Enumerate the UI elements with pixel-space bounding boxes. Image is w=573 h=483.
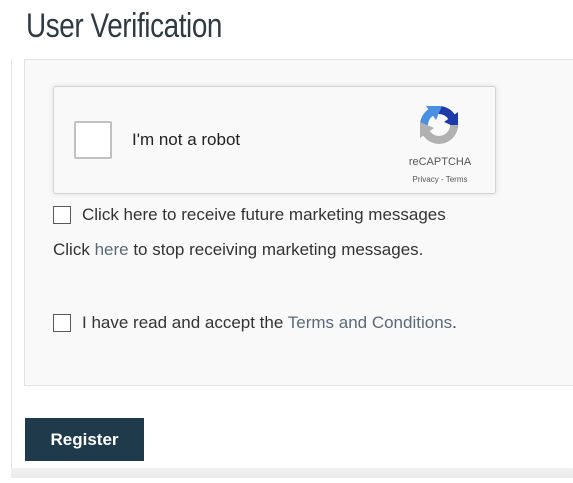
terms-suffix: .	[452, 313, 457, 332]
marketing-optout-suffix: to stop receiving marketing messages.	[128, 240, 424, 259]
marketing-optin-checkbox[interactable]	[53, 206, 71, 224]
frame-bottom-border	[11, 468, 573, 478]
recaptcha-label: I'm not a robot	[132, 130, 241, 149]
marketing-optin-label[interactable]: Click here to receive future marketing m…	[82, 205, 446, 225]
terms-prefix: I have read and accept the	[82, 313, 288, 332]
terms-row: I have read and accept the Terms and Con…	[53, 312, 457, 334]
terms-checkbox[interactable]	[53, 314, 71, 332]
recaptcha-privacy-link[interactable]: Privacy	[413, 175, 439, 184]
recaptcha-logo-icon	[420, 106, 458, 144]
recaptcha-links: Privacy - Terms	[388, 175, 492, 185]
frame-left-border	[11, 59, 12, 477]
terms-text: I have read and accept the Terms and Con…	[82, 313, 457, 333]
recaptcha-checkbox[interactable]	[74, 121, 112, 159]
marketing-optout-link[interactable]: here	[95, 240, 129, 259]
terms-link[interactable]: Terms and Conditions	[288, 313, 452, 332]
recaptcha-brand: reCAPTCHA	[408, 156, 472, 168]
register-button[interactable]: Register	[25, 418, 144, 461]
recaptcha-widget: I'm not a robot reCAPTCHA Privacy - Term…	[53, 86, 496, 194]
page-title: User Verification	[26, 7, 223, 45]
marketing-optout-row: Click here to stop receiving marketing m…	[53, 239, 423, 261]
marketing-optin-row: Click here to receive future marketing m…	[53, 204, 446, 226]
recaptcha-link-separator: -	[438, 175, 446, 184]
marketing-optout-prefix: Click	[53, 240, 95, 259]
recaptcha-terms-link[interactable]: Terms	[446, 175, 468, 184]
